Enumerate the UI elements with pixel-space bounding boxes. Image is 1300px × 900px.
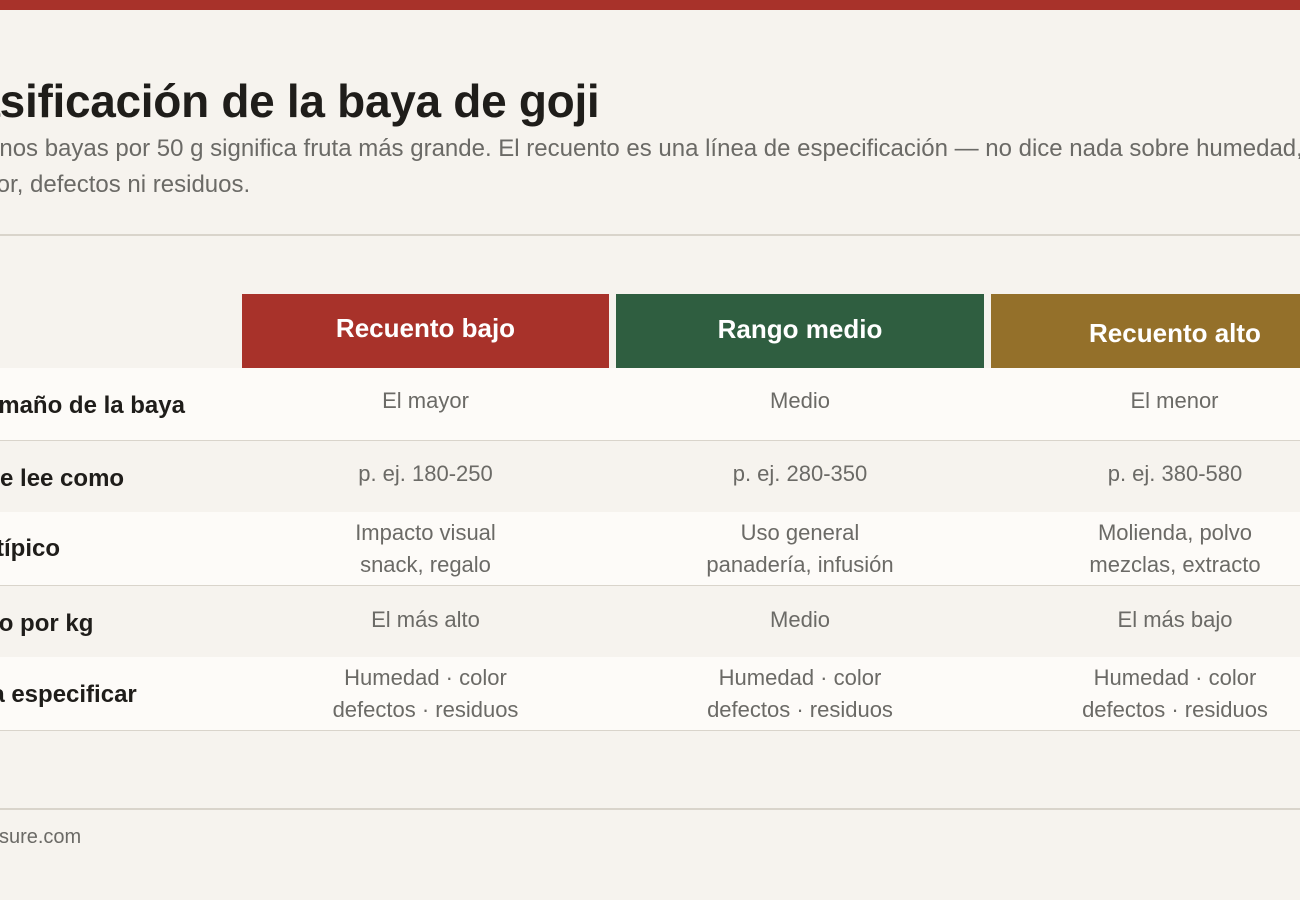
cell-text-line-2: panadería, infusión [706, 551, 894, 577]
cell-text: Medio [770, 606, 830, 632]
subtitle-line-1: Menos bayas por 50 g significa fruta más… [0, 135, 1300, 162]
cell-text: El más alto [371, 606, 480, 632]
cell-text-line-2: mezclas, extracto [1089, 551, 1261, 577]
cell-text: El mayor [382, 388, 469, 413]
cell-text-line-2: defectos · residuos [332, 696, 519, 722]
table-row: Se lee como p. ej. 180-250 p. ej. 280-35… [0, 441, 1300, 512]
cell-text: Medio [770, 388, 830, 413]
page: Clasificación de la baya de goji Menos b… [0, 0, 1300, 900]
header-divider [0, 234, 1300, 236]
table-cell: p. ej. 380-580 [991, 441, 1300, 512]
footer-source: gojipleasure.com [0, 826, 82, 848]
table-row: Uso típico Impacto visual snack, regalo … [0, 512, 1300, 586]
table-cell: Impacto visual snack, regalo [242, 512, 609, 585]
table-cell: El menor [991, 368, 1300, 440]
cell-text: p. ej. 180-250 [358, 460, 493, 486]
table-cell: El más alto [242, 586, 609, 657]
table-cell: p. ej. 280-350 [616, 441, 984, 512]
top-accent-bar [0, 0, 1300, 10]
subtitle-line-2: color, defectos ni residuos. [0, 171, 251, 198]
table-cell: El mayor [242, 368, 609, 440]
table-row: Aún a especificar Humedad · color defect… [0, 657, 1300, 731]
cell-text-line-2: defectos · residuos [707, 696, 893, 722]
row-label-precio-por-kg: Precio por kg [0, 609, 94, 637]
row-label-aun-a-especificar: Aún a especificar [0, 680, 137, 708]
cell-text-line-1: Impacto visual [355, 519, 496, 545]
row-label-tamano: Tamaño de la baya [0, 392, 185, 419]
footer-divider [0, 808, 1300, 810]
column-header-rango-medio: Rango medio [616, 294, 984, 368]
cell-text-line-1: Humedad · color [344, 664, 507, 690]
cell-text-line-1: Humedad · color [718, 664, 882, 690]
table-cell: Uso general panadería, infusión [616, 512, 984, 585]
cell-text-line-2: defectos · residuos [1082, 696, 1268, 722]
cell-text-line-1: Molienda, polvo [1097, 519, 1253, 545]
table-row: Tamaño de la baya El mayor Medio El meno… [0, 368, 1300, 441]
table-cell: Humedad · color defectos · residuos [991, 657, 1300, 730]
table-cell: Molienda, polvo mezclas, extracto [991, 512, 1300, 585]
cell-text: p. ej. 380-580 [1107, 460, 1243, 486]
cell-text-line-1: Humedad · color [1093, 664, 1257, 690]
table-cell: El más bajo [991, 586, 1300, 657]
column-header-recuento-alto: Recuento alto [991, 294, 1300, 368]
table-cell: Medio [616, 586, 984, 657]
cell-text-line-2: snack, regalo [360, 551, 491, 577]
table-cell: Humedad · color defectos · residuos [242, 657, 609, 730]
page-subtitle: Menos bayas por 50 g significa fruta más… [0, 131, 1300, 203]
cell-text-line-1: Uso general [740, 519, 860, 545]
table-row: Precio por kg El más alto Medio El más b… [0, 586, 1300, 657]
row-label-uso-tipico: Uso típico [0, 534, 61, 562]
table-cell: p. ej. 180-250 [242, 441, 609, 512]
table-cell: Medio [616, 368, 984, 440]
cell-text: El menor [1130, 388, 1219, 413]
column-header-recuento-bajo: Recuento bajo [242, 294, 609, 368]
cell-text: p. ej. 280-350 [732, 460, 868, 486]
table-cell: Humedad · color defectos · residuos [616, 657, 984, 730]
cell-text: El más bajo [1117, 606, 1233, 632]
row-label-se-lee-como: Se lee como [0, 464, 125, 492]
page-title: Clasificación de la baya de goji [0, 75, 600, 127]
